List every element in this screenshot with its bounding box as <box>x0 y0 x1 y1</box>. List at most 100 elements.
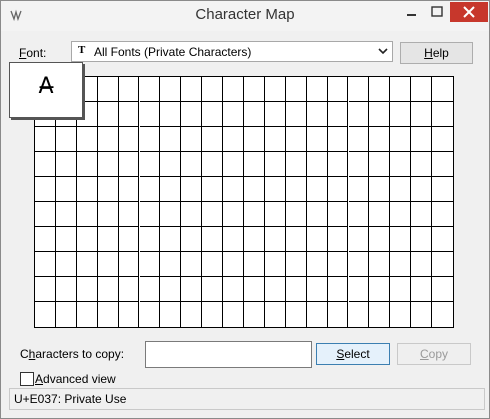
character-cell[interactable] <box>327 177 349 202</box>
font-dropdown[interactable]: T All Fonts (Private Characters) <box>71 41 393 62</box>
character-cell[interactable] <box>181 77 203 102</box>
character-cell[interactable] <box>118 127 140 152</box>
character-cell[interactable] <box>76 202 98 227</box>
character-cell[interactable] <box>264 102 286 127</box>
character-cell[interactable] <box>223 152 244 177</box>
character-cell[interactable] <box>306 202 328 227</box>
character-cell[interactable] <box>160 302 182 327</box>
character-cell[interactable] <box>202 252 224 277</box>
character-cell[interactable] <box>265 302 286 327</box>
character-cell[interactable] <box>97 277 119 302</box>
character-cell[interactable] <box>411 277 433 302</box>
character-cell[interactable] <box>97 252 119 277</box>
copy-button[interactable]: Copy <box>397 343 471 365</box>
character-cell[interactable] <box>348 252 370 277</box>
character-cell[interactable] <box>181 152 203 177</box>
character-cell[interactable] <box>432 227 453 252</box>
character-cell[interactable] <box>264 127 286 152</box>
character-cell[interactable] <box>390 202 412 227</box>
character-cell[interactable] <box>35 202 56 227</box>
characters-to-copy-input[interactable] <box>145 341 312 368</box>
character-cell[interactable] <box>327 202 349 227</box>
character-cell[interactable] <box>139 277 161 302</box>
character-cell[interactable] <box>244 127 265 152</box>
character-cell[interactable] <box>223 302 244 327</box>
character-cell[interactable] <box>76 152 98 177</box>
character-cell[interactable] <box>348 177 370 202</box>
character-cell[interactable] <box>348 227 370 252</box>
character-cell[interactable] <box>244 177 265 202</box>
character-cell[interactable] <box>119 302 140 327</box>
character-cell[interactable] <box>160 277 182 302</box>
help-button[interactable]: Help <box>400 42 473 64</box>
character-cell[interactable] <box>327 127 349 152</box>
character-cell[interactable] <box>264 227 286 252</box>
character-cell[interactable] <box>35 152 56 177</box>
character-cell[interactable] <box>390 277 412 302</box>
character-cell[interactable] <box>264 177 286 202</box>
character-cell[interactable] <box>264 77 286 102</box>
character-cell[interactable] <box>97 127 119 152</box>
character-cell[interactable] <box>390 302 412 327</box>
character-cell[interactable] <box>55 277 77 302</box>
character-cell[interactable] <box>390 152 412 177</box>
character-cell[interactable] <box>327 77 349 102</box>
character-cell[interactable] <box>432 127 453 152</box>
character-cell[interactable] <box>369 152 391 177</box>
character-cell[interactable] <box>411 302 433 327</box>
character-cell[interactable] <box>35 127 56 152</box>
character-cell[interactable] <box>244 152 265 177</box>
character-cell[interactable] <box>35 302 56 327</box>
character-cell[interactable] <box>35 177 56 202</box>
character-cell[interactable] <box>390 102 412 127</box>
character-cell[interactable] <box>432 102 453 127</box>
character-cell[interactable] <box>35 227 56 252</box>
character-cell[interactable] <box>118 227 140 252</box>
character-cell[interactable] <box>55 202 77 227</box>
character-cell[interactable] <box>160 202 182 227</box>
character-cell[interactable] <box>181 127 203 152</box>
select-button[interactable]: Select <box>316 343 390 365</box>
character-cell[interactable] <box>306 277 328 302</box>
character-cell[interactable] <box>348 277 370 302</box>
character-cell[interactable] <box>244 102 265 127</box>
character-cell[interactable] <box>369 177 391 202</box>
character-cell[interactable] <box>369 77 391 102</box>
character-cell[interactable] <box>285 227 307 252</box>
character-cell[interactable] <box>181 102 203 127</box>
character-cell[interactable] <box>411 152 433 177</box>
minimize-button[interactable] <box>398 2 424 22</box>
character-cell[interactable] <box>181 227 203 252</box>
character-cell[interactable] <box>306 152 328 177</box>
character-cell[interactable] <box>327 252 349 277</box>
character-cell[interactable] <box>139 177 161 202</box>
character-cell[interactable] <box>306 177 328 202</box>
character-cell[interactable] <box>139 77 161 102</box>
character-cell[interactable] <box>181 202 203 227</box>
character-cell[interactable] <box>118 177 140 202</box>
character-cell[interactable] <box>139 102 161 127</box>
character-cell[interactable] <box>160 252 182 277</box>
character-cell[interactable] <box>390 77 412 102</box>
character-cell[interactable] <box>369 302 391 327</box>
character-cell[interactable] <box>181 177 203 202</box>
character-cell[interactable] <box>286 302 307 327</box>
advanced-view-checkbox[interactable] <box>20 372 34 386</box>
character-cell[interactable] <box>77 302 98 327</box>
character-cell[interactable] <box>35 252 56 277</box>
character-cell[interactable] <box>348 127 370 152</box>
character-cell[interactable] <box>97 77 119 102</box>
character-cell[interactable] <box>411 127 433 152</box>
character-cell[interactable] <box>411 77 433 102</box>
character-cell[interactable] <box>411 177 433 202</box>
character-cell[interactable] <box>160 102 182 127</box>
character-cell[interactable] <box>432 202 453 227</box>
character-cell[interactable] <box>202 302 224 327</box>
character-cell[interactable] <box>348 202 370 227</box>
character-cell[interactable] <box>285 127 307 152</box>
character-cell[interactable] <box>306 77 328 102</box>
character-cell[interactable] <box>160 127 182 152</box>
character-cell[interactable] <box>202 177 224 202</box>
character-cell[interactable] <box>118 202 140 227</box>
character-cell[interactable] <box>55 127 77 152</box>
